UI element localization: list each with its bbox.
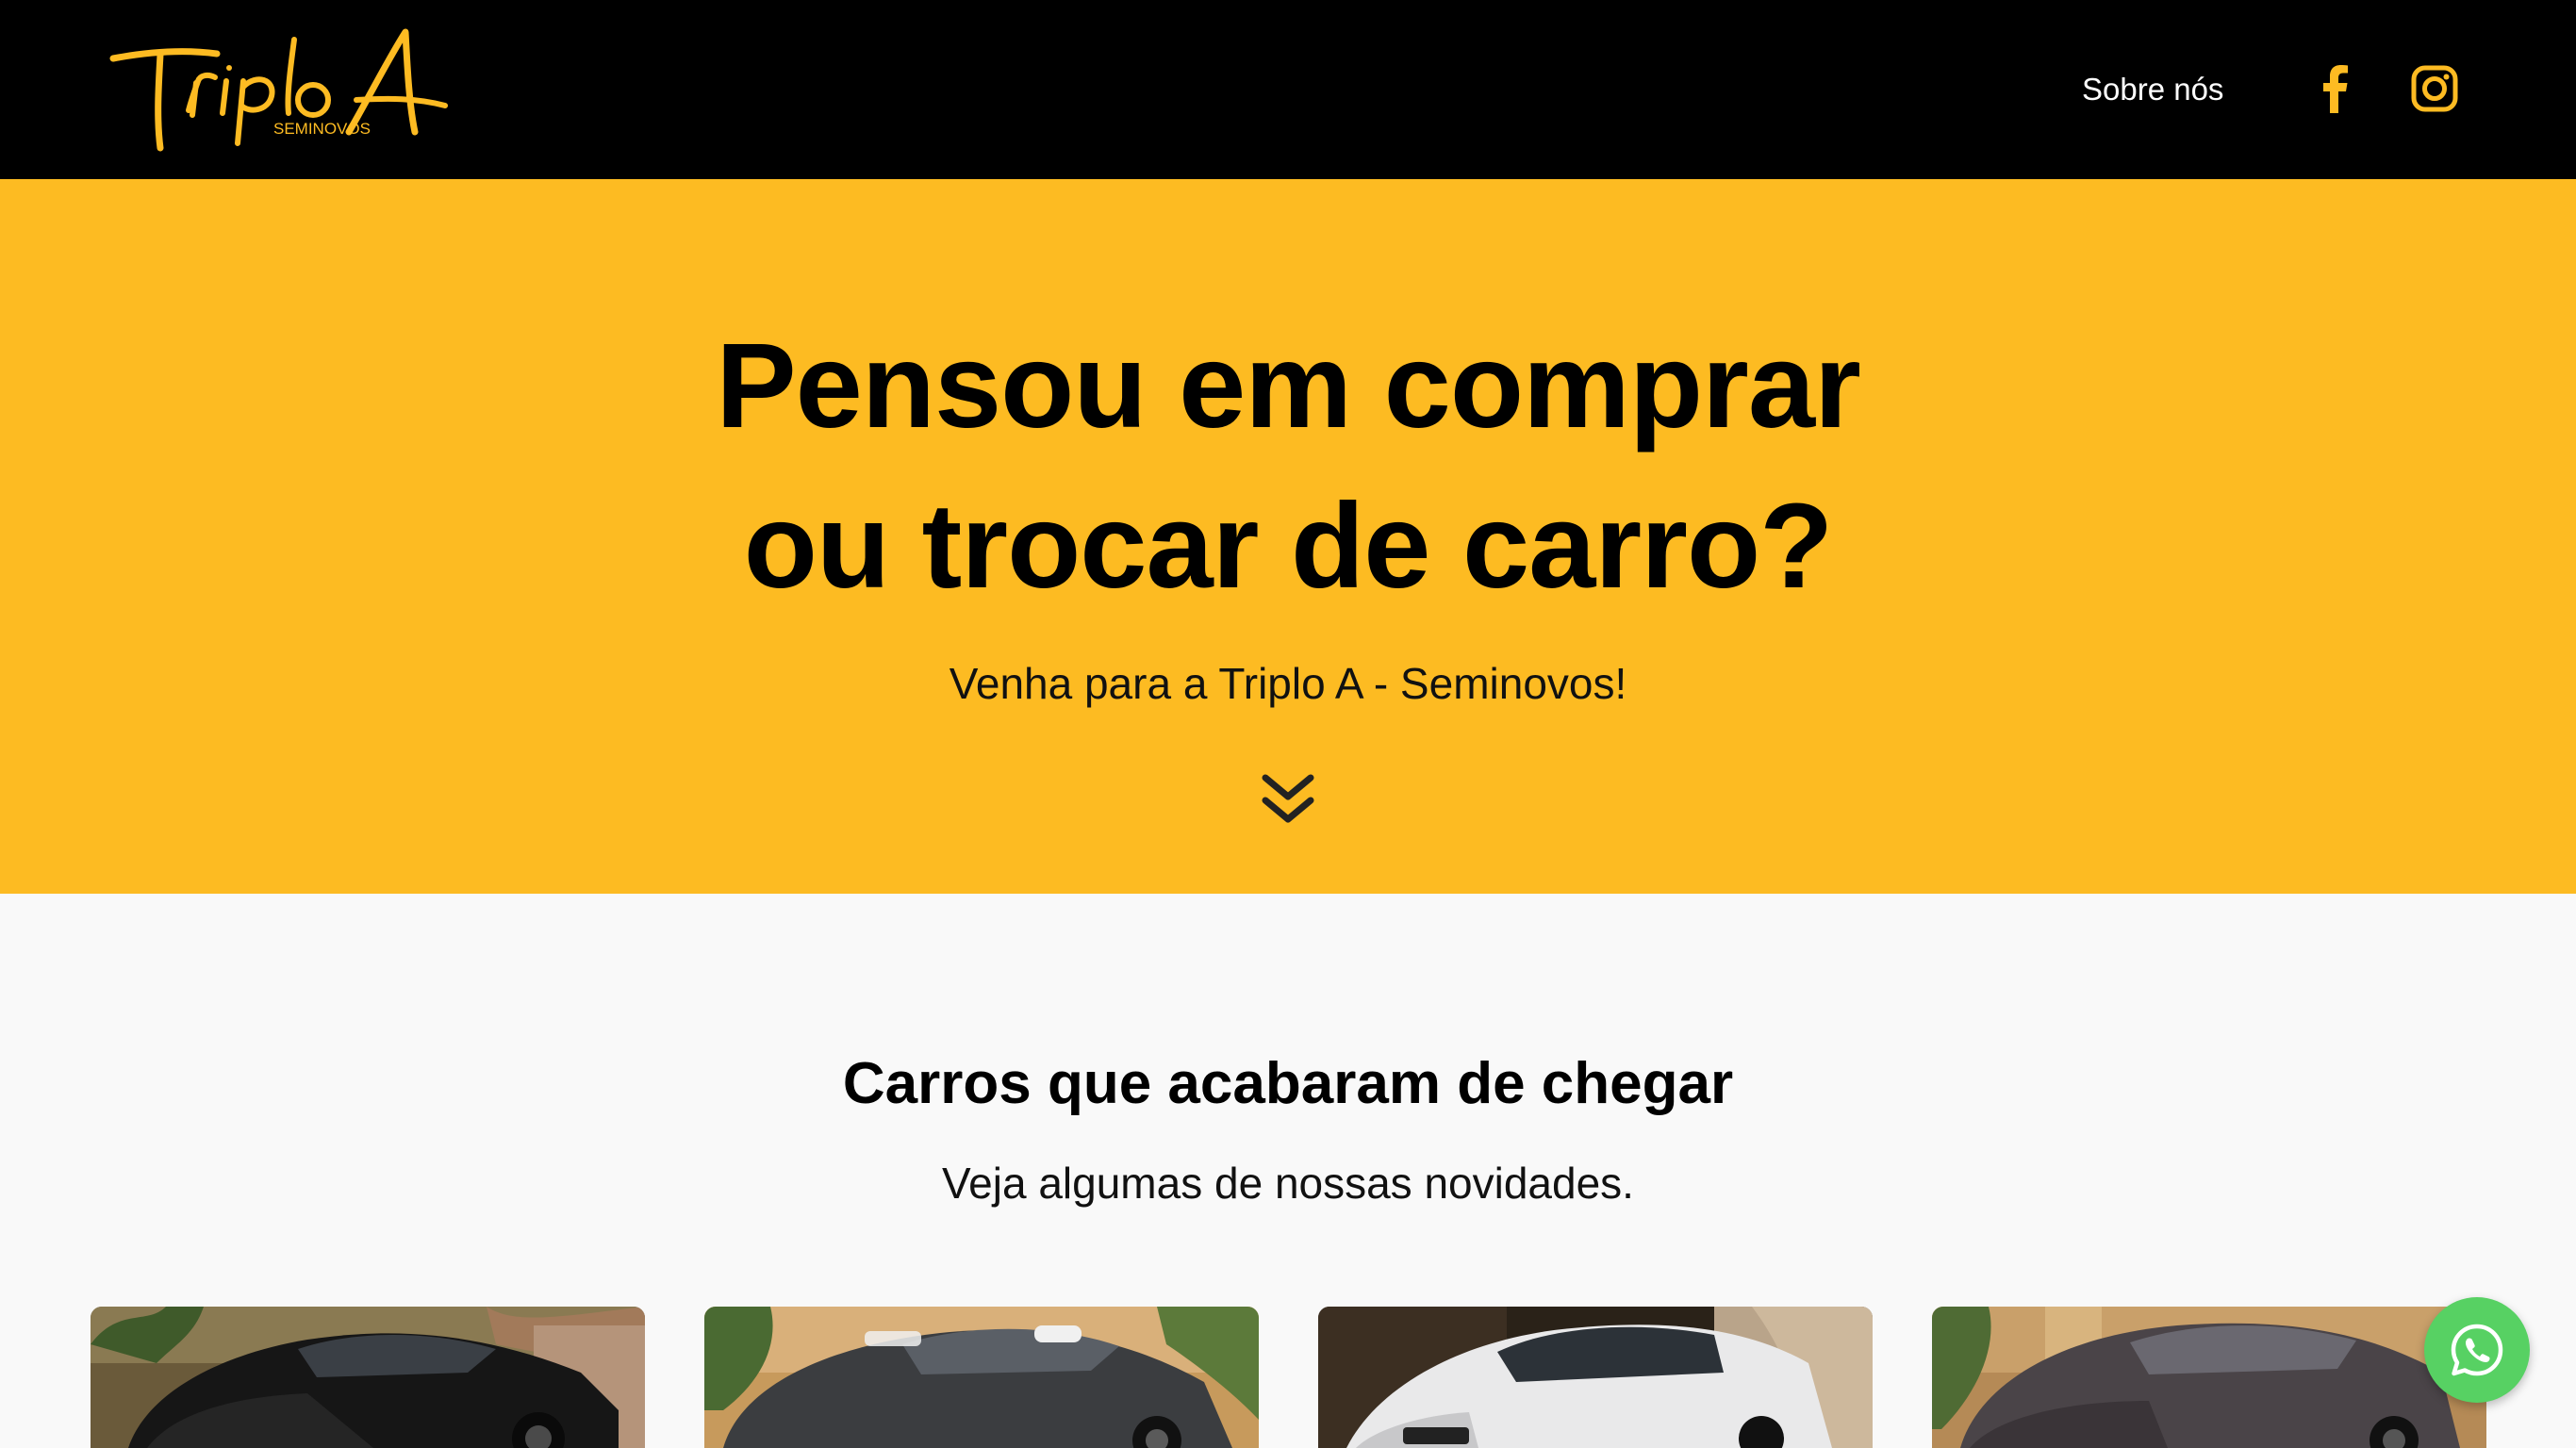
car-card[interactable] — [704, 1307, 1259, 1448]
car-card[interactable] — [91, 1307, 645, 1448]
nav-about[interactable]: Sobre nós — [2082, 66, 2223, 113]
hero-banner: Pensou em comprar ou trocar de carro? Ve… — [0, 179, 2576, 894]
hero-title-line: ou trocar de carro? — [743, 479, 1834, 614]
car-card[interactable] — [1318, 1307, 1873, 1448]
instagram-icon[interactable] — [2406, 60, 2463, 117]
car-card[interactable] — [1932, 1307, 2486, 1448]
whatsapp-icon[interactable] — [2424, 1297, 2530, 1403]
section-subtitle: Veja algumas de nossas novidades. — [942, 1159, 1634, 1208]
hero-title-line: Pensou em comprar — [716, 319, 1861, 453]
hero-subtitle: Venha para a Triplo A - Seminovos! — [949, 659, 1627, 708]
svg-text:SEMINOVOS: SEMINOVOS — [273, 120, 371, 138]
hero-title: Pensou em comprar ou trocar de carro? — [0, 306, 2576, 627]
facebook-icon[interactable] — [2307, 60, 2364, 117]
brand-logo[interactable]: SEMINOVOS — [106, 21, 483, 162]
section-title: Carros que acabaram de chegar — [842, 1051, 1734, 1116]
double-chevron-down-icon[interactable] — [1260, 770, 1316, 829]
site-header: SEMINOVOS Sobre nós — [0, 0, 2576, 179]
